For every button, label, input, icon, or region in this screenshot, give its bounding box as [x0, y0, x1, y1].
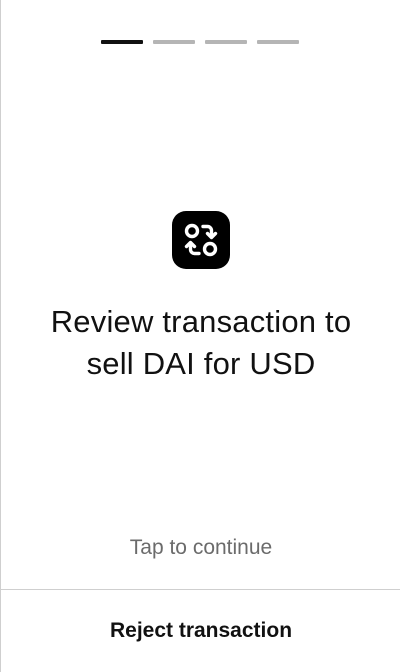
progress-segment-active [101, 40, 143, 44]
title-line-1: Review transaction to [50, 304, 352, 339]
title-line-2: sell DAI for USD [86, 346, 316, 381]
swap-arrows-icon [172, 211, 230, 269]
tap-to-continue-hint: Tap to continue [129, 536, 273, 559]
step-progress-indicator [101, 40, 299, 44]
progress-segment [257, 40, 299, 44]
reject-transaction-label: Reject transaction [109, 619, 293, 642]
progress-segment [205, 40, 247, 44]
transaction-review-screen[interactable]: Review transaction to sell DAI for USD T… [0, 0, 400, 672]
reject-transaction-button[interactable]: Reject transaction [1, 590, 400, 672]
progress-segment [153, 40, 195, 44]
page-title: Review transaction to sell DAI for USD [1, 301, 400, 385]
